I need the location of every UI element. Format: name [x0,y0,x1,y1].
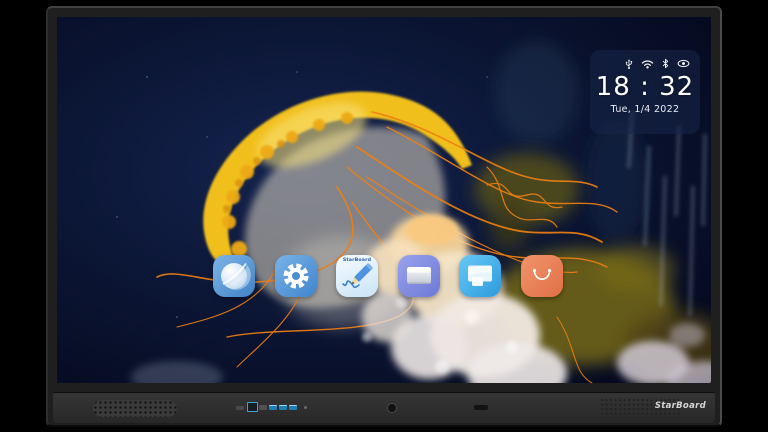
clock-date: Tue, 1/4 2022 [590,104,700,115]
pencil-icon [336,255,378,297]
clock-widget[interactable]: 18 : 32 Tue, 1/4 2022 [590,50,700,134]
hdmi-port-2 [259,405,267,410]
dual-screen-icon [459,255,501,297]
usb-port-3 [289,405,297,410]
usb-port-1 [269,405,277,410]
status-icon-row [590,50,700,69]
shopping-bag-icon [521,255,563,297]
bottom-panel: StarBoard [53,392,715,423]
product-photo-stage: 18 : 32 Tue, 1/4 2022 [0,0,768,432]
display-screen: 18 : 32 Tue, 1/4 2022 [57,17,711,383]
dock-icon-whiteboard[interactable]: StarBoard [336,255,378,297]
dock-icon-browser[interactable] [213,255,255,297]
globe-icon [213,255,255,297]
lan-port [247,402,258,412]
app-dock: StarBoard [213,255,563,297]
usb-port-2 [279,405,287,410]
dock-icon-app-store[interactable] [521,255,563,297]
bluetooth-icon [662,58,669,69]
interactive-display-device: 18 : 32 Tue, 1/4 2022 [46,6,722,427]
gear-icon [275,255,317,297]
eye-protection-icon [677,59,690,68]
clock-time: 18 : 32 [590,72,700,102]
hdmi-port [236,406,244,410]
speaker-grille-left [93,400,177,417]
power-button[interactable] [387,403,397,413]
dock-icon-file-manager[interactable] [398,255,440,297]
folder-box-icon [398,255,440,297]
brand-logo: StarBoard [655,401,706,411]
wifi-icon [641,59,654,69]
ir-sensor-window [474,405,488,410]
usb-icon [625,58,633,70]
microphone-hole [304,406,307,409]
dock-icon-screen-share[interactable] [459,255,501,297]
dock-icon-settings[interactable] [275,255,317,297]
